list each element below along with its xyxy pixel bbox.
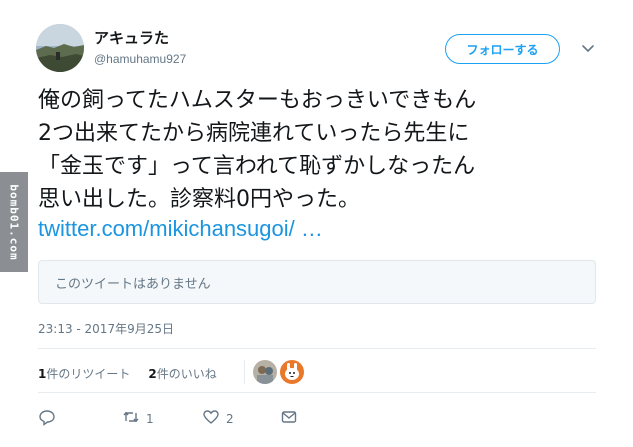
retweet-icon xyxy=(122,408,140,429)
tweet-timestamp[interactable]: 23:13 - 2017年9月25日 xyxy=(38,320,174,337)
retweet-stat[interactable]: 1件のリツイート xyxy=(38,365,130,382)
chevron-down-icon[interactable] xyxy=(580,40,596,56)
liker-avatar[interactable] xyxy=(280,360,304,384)
tweet-stats: 1件のリツイート 2件のいいね xyxy=(38,365,217,382)
reply-button[interactable] xyxy=(38,408,122,429)
like-stat-label: 件のいいね xyxy=(156,367,217,381)
tweet-actions: 1 2 xyxy=(38,408,298,429)
divider xyxy=(38,348,596,349)
direct-message-button[interactable] xyxy=(280,408,298,429)
tweet-text: 俺の飼ってたハムスターもおっきいできもん 2つ出来てたから病院連れていったら先生… xyxy=(38,84,598,216)
like-button[interactable]: 2 xyxy=(202,408,280,429)
stats-separator xyxy=(244,360,245,384)
like-count: 2 xyxy=(226,411,234,426)
tweet-line: 「金玉です」って言われて恥ずかしなったん xyxy=(38,154,476,179)
follow-button[interactable]: フォローする xyxy=(445,34,560,64)
retweet-count: 1 xyxy=(146,411,154,426)
like-stat[interactable]: 2件のいいね xyxy=(148,365,216,382)
heart-icon xyxy=(202,408,220,429)
like-stat-count: 2 xyxy=(148,367,157,381)
reply-icon xyxy=(38,408,56,429)
tweet-link[interactable]: twitter.com/mikichansugoi/ … xyxy=(38,216,323,242)
tweet-line: 思い出した。診察料0円やった。 xyxy=(38,187,360,212)
watermark-text: bomb01.com xyxy=(7,183,21,261)
liker-avatars xyxy=(253,360,304,384)
liker-avatar[interactable] xyxy=(253,360,277,384)
tweet-line: 俺の飼ってたハムスターもおっきいできもん xyxy=(38,88,477,113)
quoted-tweet-text: このツイートはありません xyxy=(55,276,211,292)
retweet-button[interactable]: 1 xyxy=(122,408,202,429)
avatar[interactable] xyxy=(36,24,84,72)
display-name[interactable]: アキュラた xyxy=(94,27,169,48)
retweet-stat-label: 件のリツイート xyxy=(46,367,131,381)
watermark: bomb01.com xyxy=(0,172,28,272)
envelope-icon xyxy=(280,408,298,429)
tweet-line: 2つ出来てたから病院連れていったら先生に xyxy=(38,121,470,146)
user-handle[interactable]: @hamuhamu927 xyxy=(94,52,186,66)
quoted-tweet-placeholder: このツイートはありません xyxy=(38,260,596,304)
divider xyxy=(38,392,596,393)
